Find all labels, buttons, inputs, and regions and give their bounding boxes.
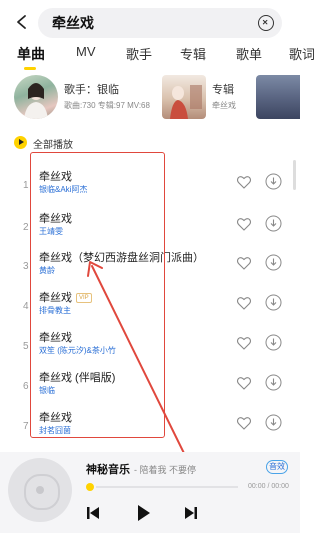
playlist-card[interactable] (256, 75, 300, 119)
song-number: 1 (23, 180, 29, 191)
song-number: 5 (23, 341, 29, 352)
play-circle-icon[interactable] (14, 136, 27, 149)
result-tabs: 单曲 MV 歌手 专辑 歌单 歌词 (0, 44, 315, 70)
download-icon[interactable] (265, 294, 282, 311)
back-arrow-icon[interactable] (14, 14, 30, 30)
tab-mv[interactable]: MV (76, 44, 96, 59)
highlight-box (30, 152, 165, 438)
tab-albums[interactable]: 专辑 (180, 44, 206, 63)
player-title[interactable]: 神秘音乐 (86, 461, 130, 477)
clear-icon[interactable] (258, 15, 274, 31)
heart-icon[interactable] (236, 295, 252, 311)
tab-singers[interactable]: 歌手 (126, 44, 152, 63)
sound-effect-button[interactable]: 音效 (266, 460, 288, 474)
album-label[interactable]: 专辑 (212, 81, 234, 97)
progress-track[interactable] (96, 486, 238, 488)
scrollbar[interactable] (293, 160, 296, 190)
player-subtitle: - 陪着我 不要停 (134, 465, 196, 475)
song-number: 2 (23, 222, 29, 233)
tab-playlists[interactable]: 歌单 (236, 44, 262, 63)
play-icon[interactable] (134, 504, 152, 522)
tab-lyrics[interactable]: 歌词 (289, 44, 315, 63)
song-number: 3 (23, 261, 29, 272)
active-tab-indicator (24, 67, 36, 70)
play-all-label[interactable]: 全部播放 (33, 136, 73, 151)
download-icon[interactable] (265, 254, 282, 271)
artist-label[interactable]: 歌手：银临 (64, 81, 119, 97)
heart-icon[interactable] (236, 255, 252, 271)
mini-player: 神秘音乐 - 陪着我 不要停 音效 00:00 / 00:00 (0, 452, 300, 533)
heart-icon[interactable] (236, 335, 252, 351)
heart-icon[interactable] (236, 375, 252, 391)
song-number: 7 (23, 421, 29, 432)
search-header (0, 0, 300, 44)
previous-icon[interactable] (86, 506, 100, 520)
heart-icon[interactable] (236, 174, 252, 190)
heart-icon[interactable] (236, 415, 252, 431)
time-readout: 00:00 / 00:00 (248, 483, 289, 490)
artist-avatar[interactable] (14, 75, 58, 119)
next-icon[interactable] (184, 506, 198, 520)
heart-icon[interactable] (236, 216, 252, 232)
song-number: 4 (23, 301, 29, 312)
download-icon[interactable] (265, 334, 282, 351)
tab-songs[interactable]: 单曲 (17, 44, 45, 64)
album-cover[interactable] (162, 75, 206, 119)
search-input[interactable] (52, 8, 242, 38)
progress-handle[interactable] (86, 483, 94, 491)
download-icon[interactable] (265, 414, 282, 431)
top-result-cards: 歌手：银临 歌曲:730 专辑:97 MV:68 专辑 牵丝戏 (0, 75, 300, 119)
disc-cover[interactable] (8, 458, 72, 522)
download-icon[interactable] (265, 374, 282, 391)
search-box[interactable] (38, 8, 282, 38)
album-subtitle: 牵丝戏 (212, 101, 236, 110)
download-icon[interactable] (265, 173, 282, 190)
download-icon[interactable] (265, 215, 282, 232)
song-number: 6 (23, 381, 29, 392)
artist-stats: 歌曲:730 专辑:97 MV:68 (64, 101, 150, 110)
